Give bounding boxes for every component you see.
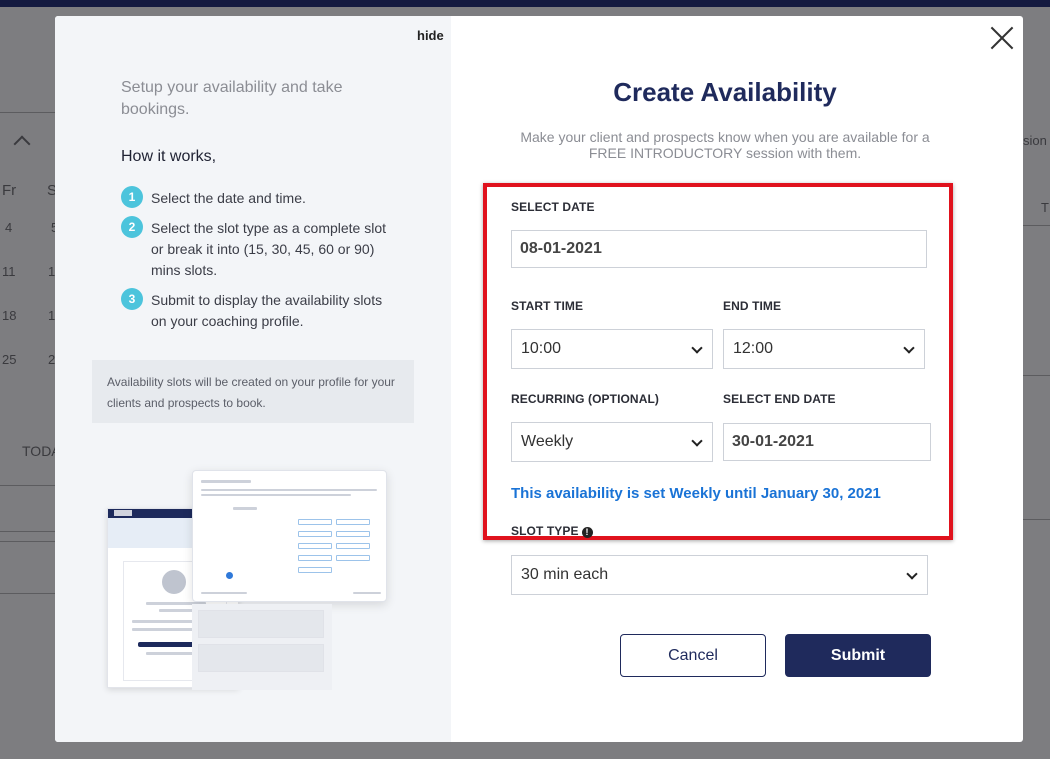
modal-subtitle: Make your client and prospects know when…	[520, 129, 930, 161]
start-time-label: START TIME	[511, 299, 584, 313]
recurring-label: RECURRING (OPTIONAL)	[511, 392, 659, 406]
preview-slot	[336, 531, 370, 537]
step-item: 3 Submit to display the availability slo…	[121, 288, 391, 332]
calendar-date[interactable]: 4	[5, 220, 12, 235]
step-text: Select the slot type as a complete slot …	[151, 220, 387, 278]
step-text: Select the date and time.	[151, 190, 306, 206]
preview-slot	[298, 519, 332, 525]
preview-selected-date	[226, 572, 233, 579]
calendar-date[interactable]: 18	[2, 308, 16, 323]
preview-feed-item	[198, 610, 324, 638]
end-date-label: SELECT END DATE	[723, 392, 836, 406]
info-icon[interactable]: !	[581, 527, 593, 538]
divider	[0, 485, 55, 486]
recurrence-summary: This availability is set Weekly until Ja…	[511, 485, 881, 502]
step-number-badge: 2	[121, 216, 143, 238]
chevron-down-icon	[903, 342, 915, 354]
preview-slot	[298, 531, 332, 537]
slot-type-select[interactable]: 30 min each	[511, 555, 928, 595]
preview-calendar-title	[201, 480, 251, 483]
close-icon[interactable]	[990, 26, 1014, 50]
preview-text-line	[201, 489, 377, 491]
preview-text-line	[159, 609, 193, 612]
preview-slot	[298, 555, 332, 561]
calendar-date[interactable]: 25	[2, 352, 16, 367]
divider	[0, 541, 55, 542]
divider	[0, 112, 55, 113]
chevron-down-icon	[691, 435, 703, 447]
modal-title: Create Availability	[613, 77, 837, 107]
slot-type-value: 30 min each	[521, 566, 609, 583]
preview-slot	[336, 543, 370, 549]
divider	[0, 531, 55, 532]
start-time-select[interactable]: 10:00	[511, 329, 713, 369]
background-header-fragment: sion	[1023, 133, 1047, 148]
select-date-input[interactable]: 08-01-2021	[511, 230, 927, 268]
end-time-select[interactable]: 12:00	[723, 329, 925, 369]
select-date-label: SELECT DATE	[511, 200, 595, 214]
recurring-value: Weekly	[521, 433, 574, 450]
chevron-down-icon	[691, 342, 703, 354]
info-note: Availability slots will be created on yo…	[92, 360, 414, 423]
avatar	[160, 568, 188, 596]
cancel-button[interactable]: Cancel	[620, 634, 766, 677]
end-date-input[interactable]: 30-01-2021	[723, 423, 931, 461]
preview-slot	[336, 555, 370, 561]
preview-logo	[114, 510, 132, 516]
submit-button[interactable]: Submit	[785, 634, 931, 677]
divider	[1023, 225, 1050, 226]
preview-slot	[336, 519, 370, 525]
divider	[1023, 375, 1050, 376]
weekday-fr: Fr	[2, 182, 17, 199]
step-item: 2 Select the slot type as a complete slo…	[121, 216, 391, 281]
preview-text-line	[201, 592, 247, 594]
profile-preview-illustration	[107, 470, 387, 690]
hide-link[interactable]: hide	[417, 28, 444, 43]
preview-feed	[192, 604, 332, 690]
preview-text-line	[353, 592, 381, 594]
create-availability-modal: hide Setup your availability and take bo…	[55, 16, 1023, 742]
end-time-value: 12:00	[733, 340, 774, 357]
divider	[1023, 519, 1050, 520]
preview-month-label	[233, 507, 257, 510]
how-it-works-panel: hide Setup your availability and take bo…	[55, 16, 451, 742]
step-number-badge: 1	[121, 186, 143, 208]
step-number-badge: 3	[121, 288, 143, 310]
slot-type-label-text: SLOT TYPE	[511, 524, 579, 538]
start-time-value: 10:00	[521, 340, 562, 357]
intro-text: Setup your availability and take booking…	[121, 79, 343, 118]
preview-slot	[298, 567, 332, 573]
background-header-fragment: T	[1041, 200, 1049, 215]
recurring-select[interactable]: Weekly	[511, 422, 713, 462]
preview-slot	[298, 543, 332, 549]
calendar-date[interactable]: 11	[2, 264, 16, 279]
end-time-label: END TIME	[723, 299, 782, 313]
step-text: Submit to display the availability slots…	[151, 292, 383, 329]
slot-type-label: SLOT TYPE!	[511, 524, 593, 538]
app-top-bar	[0, 0, 1050, 7]
step-item: 1 Select the date and time.	[121, 186, 391, 209]
preview-calendar-card	[192, 470, 387, 602]
chevron-down-icon	[906, 568, 918, 580]
preview-text-line	[201, 494, 351, 496]
how-it-works-heading: How it works,	[121, 148, 217, 165]
preview-feed-item	[198, 644, 324, 672]
divider	[0, 593, 55, 594]
